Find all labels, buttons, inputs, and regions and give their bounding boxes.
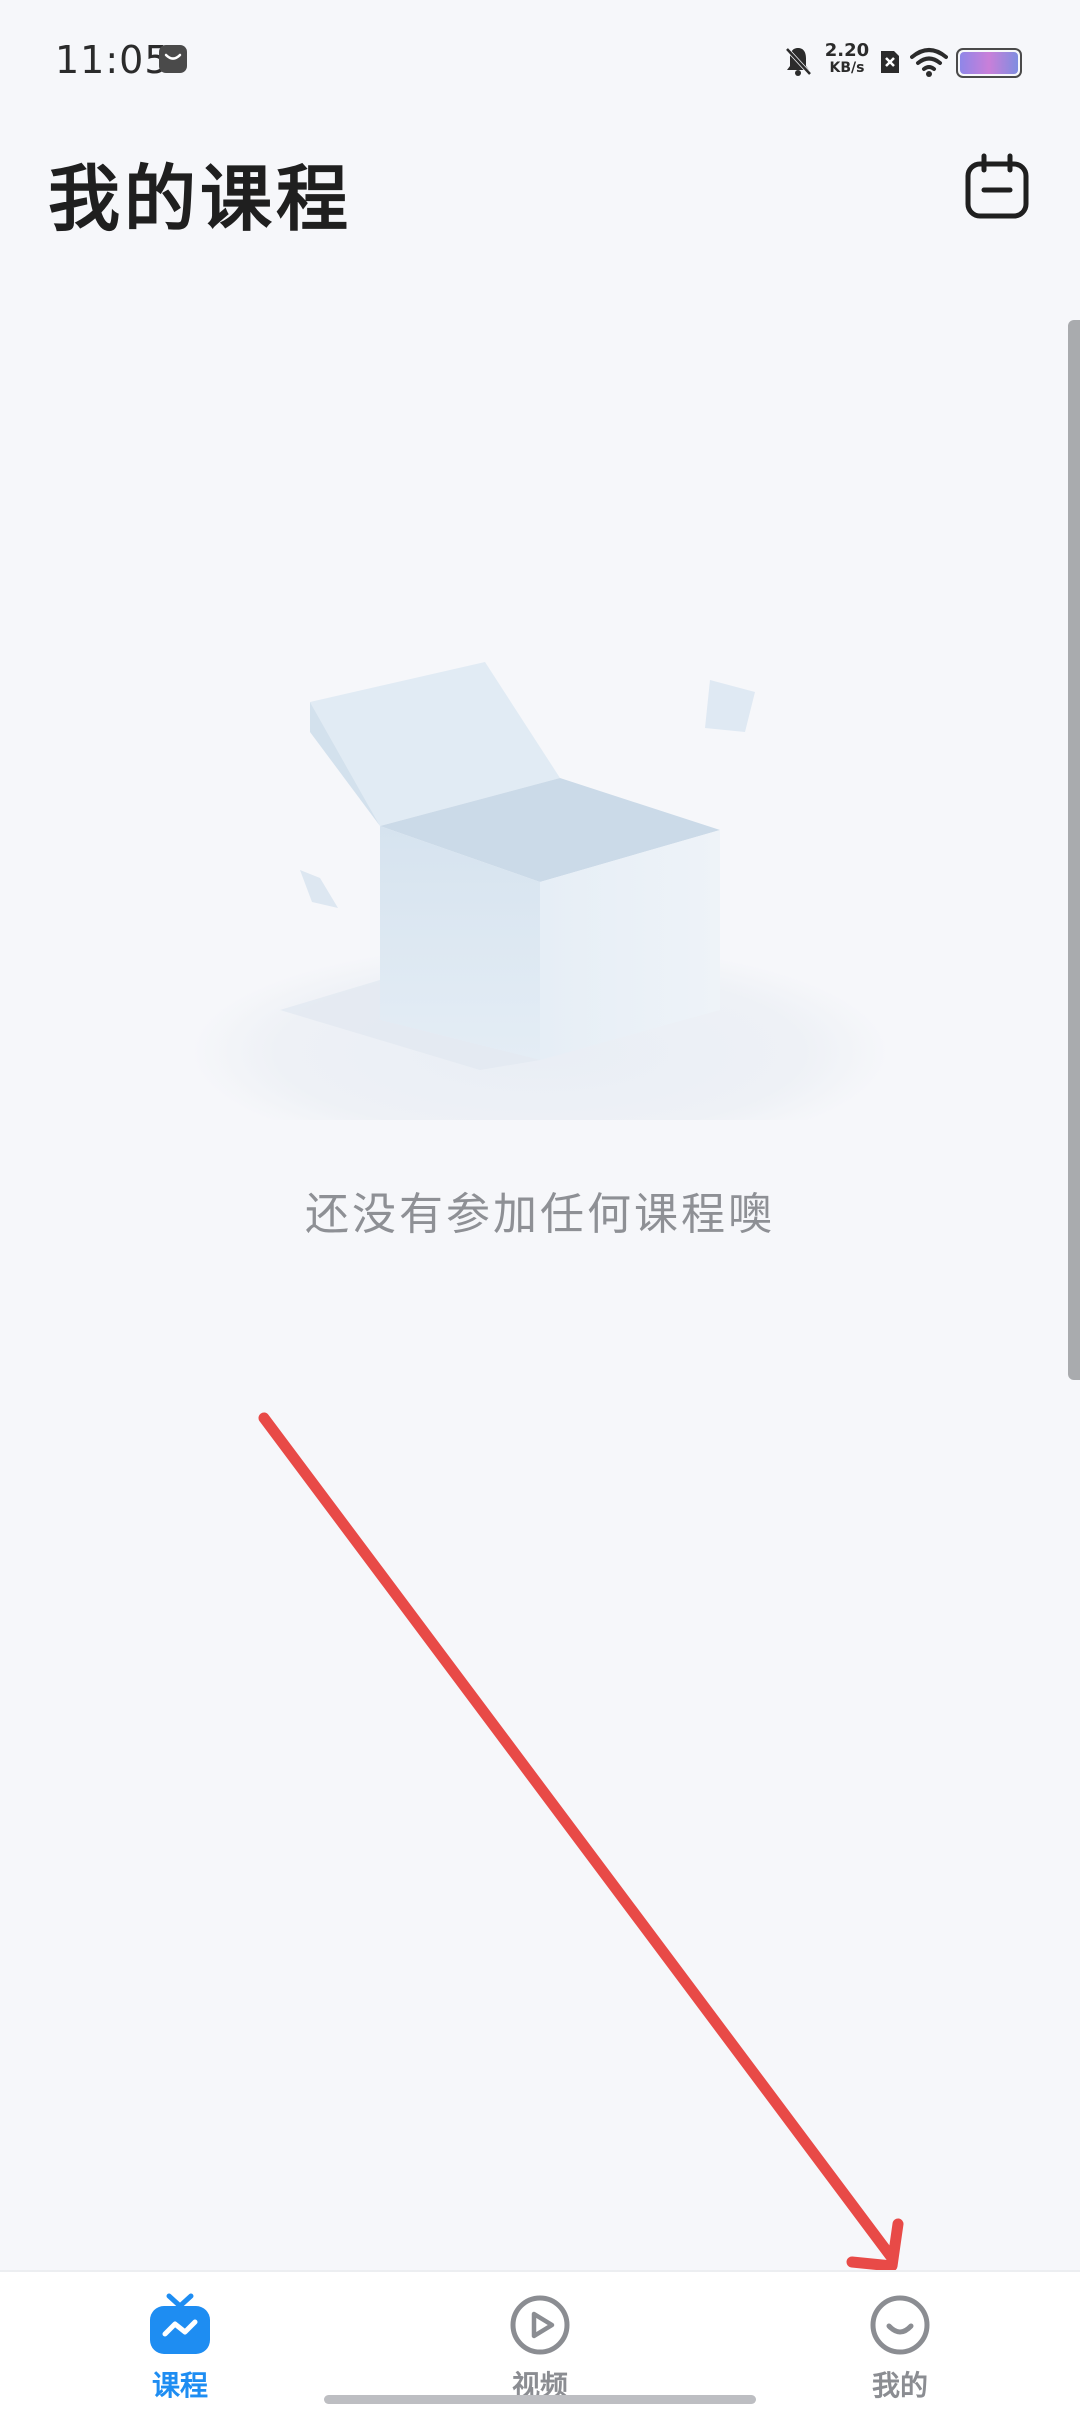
network-speed: 2.20 KB/s [822, 40, 872, 77]
network-speed-value: 2.20 [824, 40, 870, 61]
course-tv-icon [150, 2293, 210, 2354]
home-indicator[interactable] [324, 2395, 756, 2404]
battery-icon [956, 48, 1022, 78]
tab-video[interactable]: 视频 [440, 2292, 640, 2402]
notification-icon [159, 45, 187, 73]
video-play-icon [510, 2295, 570, 2355]
status-time: 11:05 [55, 38, 170, 82]
tab-course[interactable]: 课程 [80, 2292, 280, 2402]
empty-box-illustration [190, 662, 890, 1120]
empty-state-message: 还没有参加任何课程噢 [305, 1189, 775, 1240]
profile-smile-icon [870, 2295, 930, 2355]
network-speed-unit: KB/s [829, 60, 865, 76]
page-title: 我的课程 [48, 157, 353, 241]
bottom-tab-bar: 课程 视频 我的 [0, 2270, 1080, 2410]
mute-icon [785, 47, 812, 76]
wifi-icon [910, 48, 948, 77]
calendar-icon[interactable] [962, 152, 1032, 222]
tab-label-mine: 我的 [871, 2369, 928, 2402]
sim-off-icon [881, 51, 899, 73]
tab-mine[interactable]: 我的 [800, 2292, 1000, 2402]
tab-label-course: 课程 [151, 2369, 208, 2402]
status-bar: 11:05 2.20 KB/s [0, 0, 1080, 120]
